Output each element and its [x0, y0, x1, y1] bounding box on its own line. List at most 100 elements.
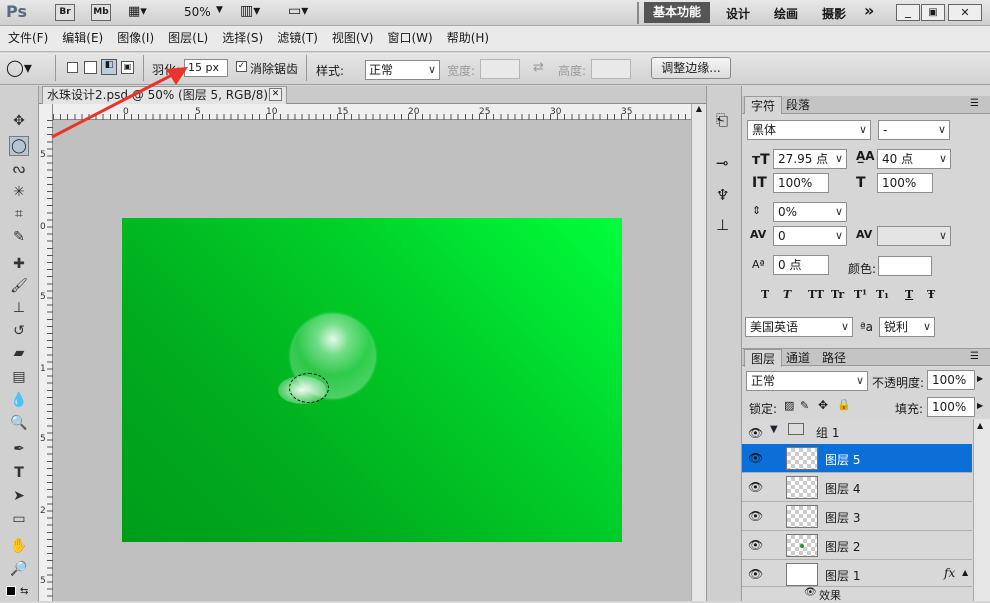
collapse-effects-icon[interactable]: ▲: [962, 568, 968, 577]
visibility-eye-icon[interactable]: 👁: [748, 480, 763, 494]
tsume-dropdown[interactable]: 0%: [773, 202, 847, 222]
screen-mode-icon[interactable]: ▭▾: [288, 3, 308, 19]
rectangle-tool-icon[interactable]: ▭: [9, 509, 29, 529]
menu-filter[interactable]: 滤镜(T): [270, 26, 325, 50]
workspace-design[interactable]: 设计: [726, 5, 750, 22]
menu-image[interactable]: 图像(I): [110, 26, 161, 50]
brush-presets-icon[interactable]: ⊸: [716, 154, 729, 172]
swap-dimensions-icon[interactable]: ⇄: [533, 60, 544, 75]
width-input[interactable]: [480, 59, 520, 79]
font-style-dropdown[interactable]: -: [878, 120, 950, 140]
menu-edit[interactable]: 编辑(E): [55, 26, 110, 50]
layer-row-4[interactable]: 👁 图层 4: [742, 473, 972, 502]
style-dropdown[interactable]: 正常: [365, 60, 440, 80]
hand-tool-icon[interactable]: ✋: [9, 536, 29, 556]
lock-all-icon[interactable]: 🔒: [837, 398, 851, 411]
layer-group-row[interactable]: 👁 ▼ 组 1: [742, 419, 972, 445]
antialias-dropdown[interactable]: 锐利: [879, 317, 935, 337]
swap-colors-icon[interactable]: ⇆: [20, 586, 28, 597]
text-color-swatch[interactable]: [878, 256, 932, 276]
dodge-tool-icon[interactable]: 🔍: [9, 413, 29, 433]
fill-arrow-icon[interactable]: ▶: [977, 401, 983, 410]
menu-help[interactable]: 帮助(H): [440, 26, 496, 50]
lasso-tool-icon[interactable]: ᔓ: [9, 159, 29, 179]
small-caps-button[interactable]: Tr: [831, 288, 844, 301]
expand-group-icon[interactable]: ▼: [770, 424, 778, 435]
panel-menu-icon[interactable]: ☰: [970, 98, 979, 109]
menu-layer[interactable]: 图层(L): [161, 26, 215, 50]
vertical-ruler[interactable]: 5 0 5 1 5 2 5: [39, 104, 53, 601]
healing-brush-tool-icon[interactable]: ✚: [9, 254, 29, 274]
clone-stamp-tool-icon[interactable]: ⊥: [9, 298, 29, 318]
tab-paragraph[interactable]: 段落: [780, 96, 816, 114]
workspace-photography[interactable]: 摄影: [822, 5, 846, 22]
type-tool-icon[interactable]: T: [9, 463, 29, 483]
fill-input[interactable]: 100%: [927, 397, 975, 417]
vertical-scrollbar[interactable]: ▲: [691, 104, 706, 601]
menu-window[interactable]: 窗口(W): [380, 26, 439, 50]
bridge-button[interactable]: Br: [55, 4, 75, 21]
zoom-tool-icon[interactable]: 🔎: [9, 559, 29, 579]
horizontal-scale-input[interactable]: 100%: [877, 173, 933, 193]
vertical-scale-input[interactable]: 100%: [773, 173, 829, 193]
menu-file[interactable]: 文件(F): [1, 26, 55, 50]
kerning-dropdown[interactable]: 0: [773, 226, 847, 246]
font-size-dropdown[interactable]: 27.95 点: [773, 149, 847, 169]
foreground-color-swatch[interactable]: [6, 586, 16, 596]
layers-menu-icon[interactable]: ☰: [970, 351, 979, 362]
tab-layers[interactable]: 图层: [744, 349, 783, 367]
subscript-button[interactable]: T₁: [876, 288, 889, 301]
path-selection-tool-icon[interactable]: ➤: [9, 486, 29, 506]
gradient-tool-icon[interactable]: ▤: [9, 367, 29, 387]
refine-edge-button[interactable]: 调整边缘...: [651, 57, 731, 79]
menu-select[interactable]: 选择(S): [215, 26, 270, 50]
close-window-button[interactable]: ✕: [948, 4, 982, 21]
brush-tool-icon[interactable]: 🖌: [9, 276, 29, 296]
leading-dropdown[interactable]: 40 点: [877, 149, 951, 169]
effects-eye-icon[interactable]: 👁: [804, 587, 817, 598]
opacity-arrow-icon[interactable]: ▶: [977, 374, 983, 383]
tab-character[interactable]: 字符: [744, 96, 783, 114]
layer-row-5[interactable]: 👁 图层 5: [742, 444, 972, 473]
zoom-level[interactable]: 50%: [184, 5, 211, 19]
tab-paths[interactable]: 路径: [816, 349, 852, 367]
tab-channels[interactable]: 通道: [780, 349, 816, 367]
blend-mode-dropdown[interactable]: 正常: [746, 371, 868, 391]
tracking-dropdown[interactable]: [877, 226, 951, 246]
visibility-eye-icon[interactable]: 👁: [748, 451, 763, 465]
minimize-button[interactable]: _: [896, 4, 920, 21]
minibridge-button[interactable]: Mb: [91, 4, 111, 21]
maximize-button[interactable]: ▣: [921, 4, 945, 21]
workspace-essentials[interactable]: 基本功能: [644, 2, 710, 23]
lock-pixels-icon[interactable]: ✎: [800, 399, 809, 412]
crop-tool-icon[interactable]: ⌗: [9, 204, 29, 224]
layers-scrollbar[interactable]: ▲: [973, 419, 990, 601]
arrange-documents-icon[interactable]: ▥▾: [240, 3, 260, 19]
marching-ants-selection[interactable]: [289, 373, 329, 403]
quick-selection-tool-icon[interactable]: ✳: [9, 182, 29, 202]
clone-source-icon[interactable]: ⊥: [716, 216, 729, 234]
eyedropper-tool-icon[interactable]: ✎: [9, 227, 29, 247]
effects-row[interactable]: 👁 效果: [742, 587, 972, 602]
antialias-checkbox[interactable]: ✓: [236, 61, 247, 72]
visibility-eye-icon[interactable]: 👁: [748, 567, 763, 581]
move-tool-icon[interactable]: ✥: [9, 111, 29, 131]
menu-view[interactable]: 视图(V): [325, 26, 381, 50]
visibility-eye-icon[interactable]: 👁: [748, 509, 763, 523]
history-brush-tool-icon[interactable]: ↺: [9, 321, 29, 341]
visibility-eye-icon[interactable]: 👁: [748, 538, 763, 552]
visibility-eye-icon[interactable]: 👁: [748, 426, 763, 440]
strikethrough-button[interactable]: Ŧ: [927, 288, 935, 301]
brush-panel-icon[interactable]: ♆: [716, 186, 729, 204]
more-workspaces-button[interactable]: »: [864, 1, 874, 20]
scroll-up-icon[interactable]: ▲: [977, 421, 983, 430]
pen-tool-icon[interactable]: ✒: [9, 439, 29, 459]
workspace-painting[interactable]: 绘画: [774, 5, 798, 22]
superscript-button[interactable]: T¹: [854, 288, 867, 301]
elliptical-marquee-tool-icon[interactable]: ◯: [9, 136, 29, 156]
history-panel-icon[interactable]: ⎗: [716, 111, 728, 129]
font-family-dropdown[interactable]: 黑体: [747, 120, 871, 140]
faux-italic-button[interactable]: T: [783, 288, 791, 301]
layer-effects-fx-icon[interactable]: fx: [944, 566, 955, 580]
layer-row-1[interactable]: 👁 图层 1 fx ▲: [742, 560, 972, 587]
